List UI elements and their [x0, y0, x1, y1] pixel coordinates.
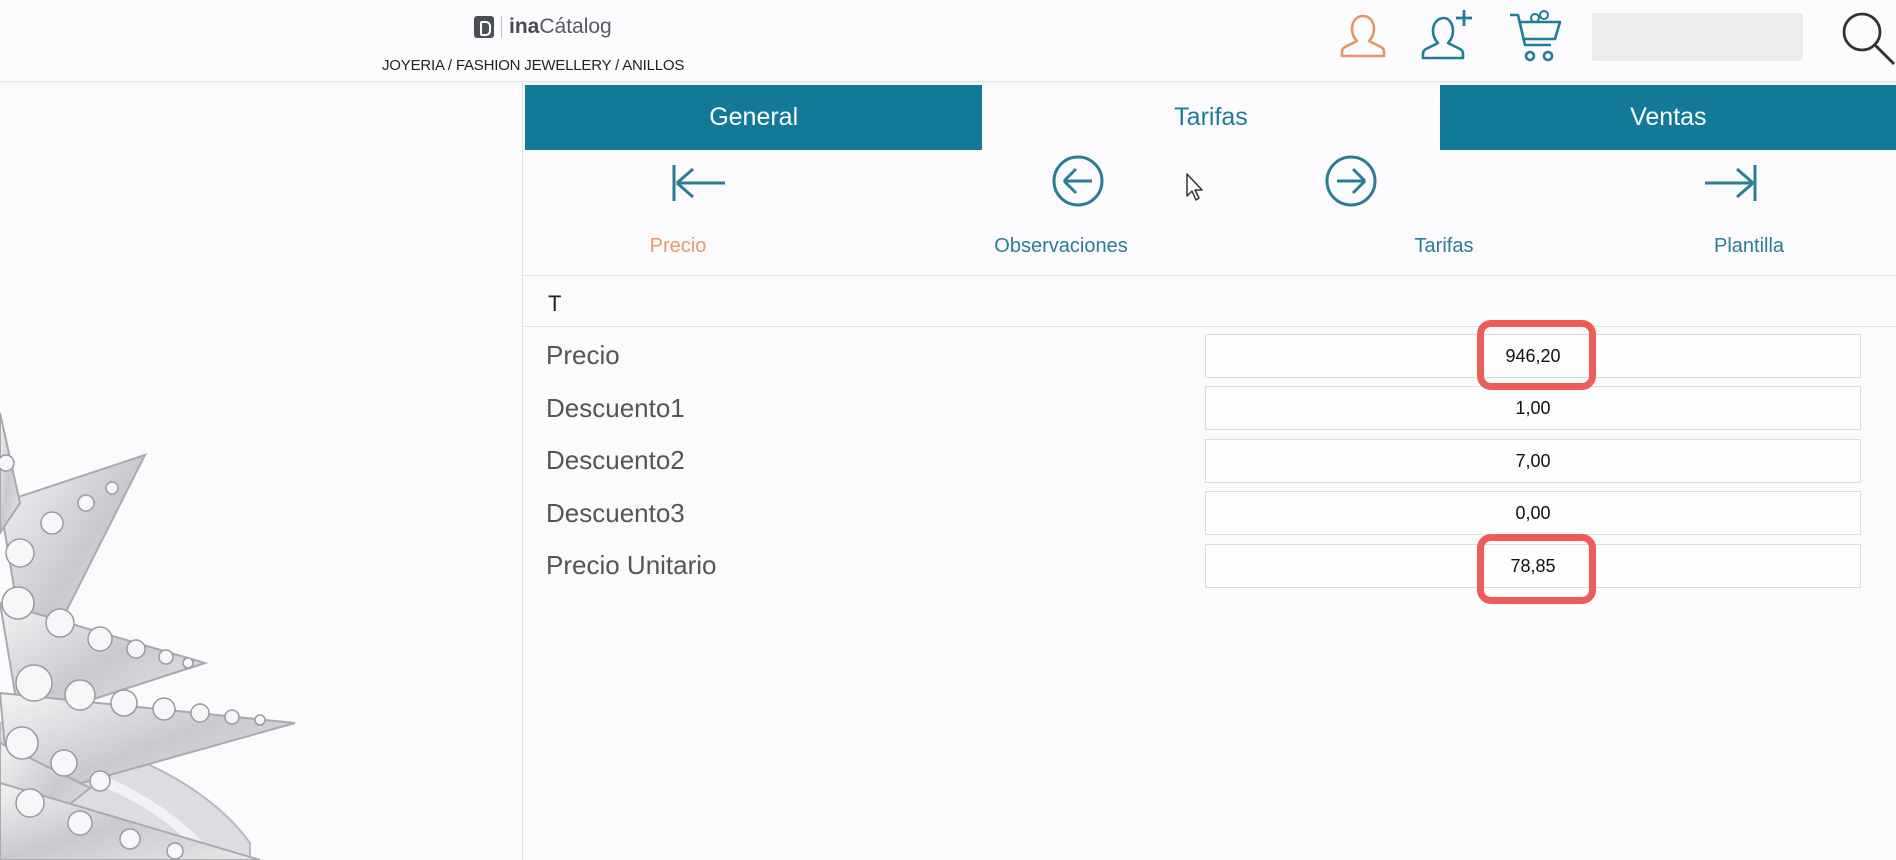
tab-general[interactable]: General	[525, 85, 983, 150]
previous-icon[interactable]	[1050, 153, 1106, 214]
field-descuento1[interactable]: 1,00	[1205, 386, 1861, 430]
first-icon[interactable]	[669, 161, 729, 212]
search-icon[interactable]	[1838, 8, 1896, 66]
field-descuento2[interactable]: 7,00	[1205, 439, 1861, 483]
last-icon[interactable]	[1703, 161, 1763, 212]
logo-mark-icon	[474, 16, 494, 38]
nav-link-tarifas[interactable]: Tarifas	[1415, 235, 1474, 258]
tab-tarifas[interactable]: Tarifas	[982, 85, 1440, 150]
cart-icon[interactable]	[1506, 6, 1566, 66]
nav-link-precio[interactable]: Precio	[650, 235, 707, 258]
mouse-cursor-icon	[1185, 172, 1205, 207]
breadcrumb: JOYERIA / FASHION JEWELLERY / ANILLOS	[382, 57, 685, 74]
field-label-descuento3: Descuento3	[546, 498, 685, 528]
logo-separator	[501, 16, 502, 38]
detail-panel: General Tarifas Ventas Precio Observacio…	[522, 83, 1896, 860]
section-divider	[523, 326, 1896, 327]
app-header: inaCátalog JOYERIA / FASHION JEWELLERY /…	[0, 0, 1896, 82]
tab-bar: General Tarifas Ventas	[525, 85, 1896, 150]
field-precio-unitario[interactable]: 78,85	[1205, 544, 1861, 588]
next-icon[interactable]	[1323, 153, 1379, 214]
nav-link-observaciones[interactable]: Observaciones	[994, 235, 1127, 258]
field-label-descuento1: Descuento1	[546, 393, 685, 423]
nav-link-plantilla[interactable]: Plantilla	[1714, 235, 1784, 258]
product-image	[0, 83, 522, 860]
add-user-icon[interactable]	[1418, 6, 1478, 66]
field-label-precio-unitario: Precio Unitario	[546, 550, 717, 580]
section-divider	[523, 275, 1896, 276]
field-label-descuento2: Descuento2	[546, 445, 685, 475]
search-input[interactable]	[1592, 13, 1803, 61]
user-icon[interactable]	[1333, 6, 1393, 66]
field-descuento3[interactable]: 0,00	[1205, 491, 1861, 535]
field-label-precio: Precio	[546, 340, 620, 370]
logo-text: inaCátalog	[509, 15, 612, 38]
tab-ventas[interactable]: Ventas	[1439, 85, 1896, 150]
section-title: T	[548, 291, 562, 316]
app-logo[interactable]: inaCátalog	[474, 14, 612, 40]
field-precio[interactable]: 946,20	[1205, 334, 1861, 378]
